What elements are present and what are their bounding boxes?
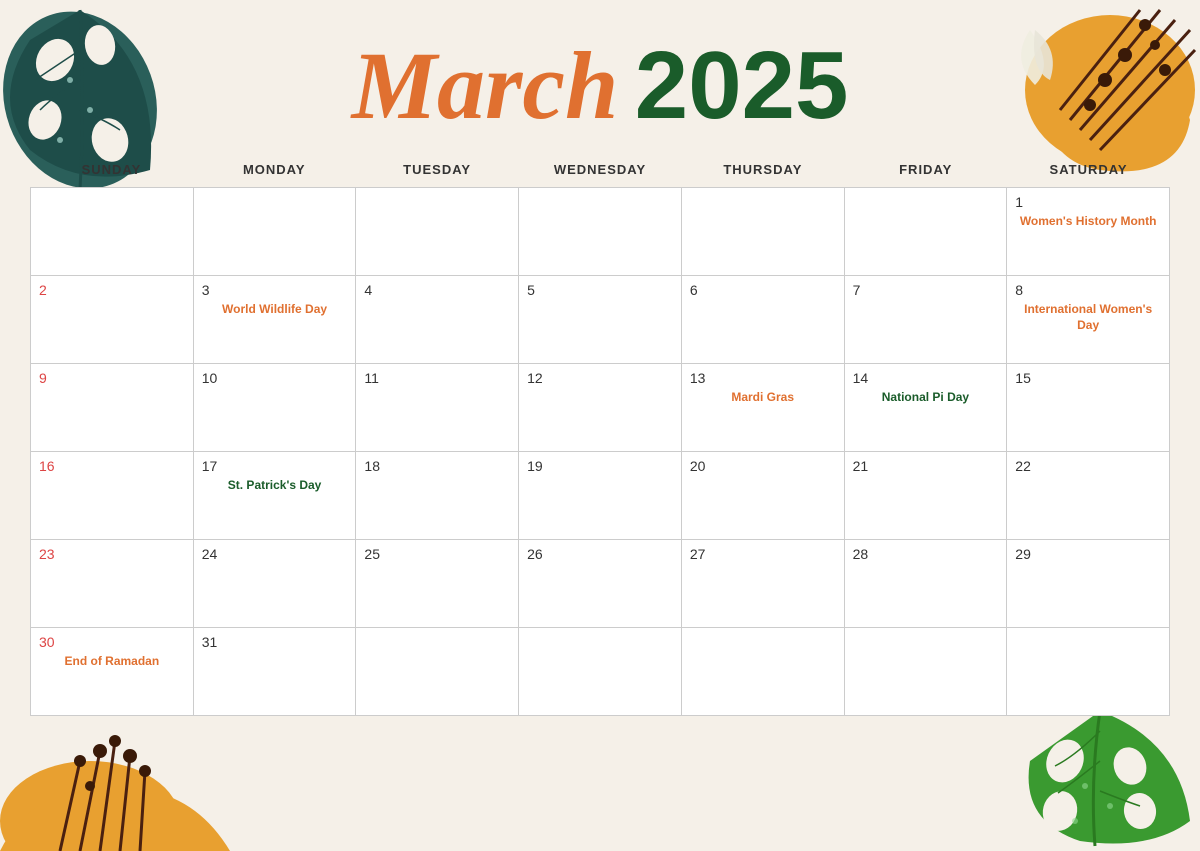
calendar-cell: 19 <box>519 452 682 540</box>
cell-date-number: 10 <box>202 370 348 386</box>
calendar-cell: 17 St. Patrick's Day <box>194 452 357 540</box>
cell-date-number: 27 <box>690 546 836 562</box>
day-headers: SUNDAY MONDAY TUESDAY WEDNESDAY THURSDAY… <box>30 156 1170 183</box>
day-wednesday: WEDNESDAY <box>519 156 682 183</box>
cell-date-number: 2 <box>39 282 185 298</box>
calendar-cell <box>356 628 519 716</box>
calendar-cell <box>356 188 519 276</box>
cell-date-number: 22 <box>1015 458 1161 474</box>
calendar-cell: 22 <box>1007 452 1170 540</box>
cell-date-number: 26 <box>527 546 673 562</box>
calendar-cell <box>31 188 194 276</box>
year-title: 2025 <box>635 32 849 139</box>
calendar-cell <box>682 628 845 716</box>
cell-date-number: 20 <box>690 458 836 474</box>
cell-event: End of Ramadan <box>39 654 185 670</box>
calendar-cell: 18 <box>356 452 519 540</box>
cell-date-number: 21 <box>853 458 999 474</box>
calendar-cell: 31 <box>194 628 357 716</box>
cell-event: World Wildlife Day <box>202 302 348 318</box>
calendar-cell: 23 <box>31 540 194 628</box>
cell-date-number: 16 <box>39 458 185 474</box>
cell-date-number: 31 <box>202 634 348 650</box>
bottom-right-decoration <box>1000 711 1200 851</box>
calendar-grid: 1Women's History Month23World Wildlife D… <box>30 187 1170 716</box>
cell-date-number: 24 <box>202 546 348 562</box>
cell-date-number: 18 <box>364 458 510 474</box>
calendar-cell <box>845 188 1008 276</box>
calendar-cell: 5 <box>519 276 682 364</box>
bottom-left-decoration <box>0 721 230 851</box>
calendar-cell: 3 World Wildlife Day <box>194 276 357 364</box>
calendar-cell: 27 <box>682 540 845 628</box>
cell-date-number: 19 <box>527 458 673 474</box>
calendar-cell <box>519 628 682 716</box>
cell-date-number: 30 <box>39 634 185 650</box>
cell-date-number: 7 <box>853 282 999 298</box>
calendar-cell <box>194 188 357 276</box>
calendar-header: March 2025 <box>0 0 1200 156</box>
calendar-cell: 12 <box>519 364 682 452</box>
calendar-cell: 8 International Women's Day <box>1007 276 1170 364</box>
day-tuesday: TUESDAY <box>356 156 519 183</box>
calendar-cell: 29 <box>1007 540 1170 628</box>
calendar-cell: 6 <box>682 276 845 364</box>
cell-event: National Pi Day <box>853 390 999 406</box>
cell-event: Women's History Month <box>1015 214 1161 230</box>
cell-date-number: 14 <box>853 370 999 386</box>
calendar-cell: 25 <box>356 540 519 628</box>
calendar-container: SUNDAY MONDAY TUESDAY WEDNESDAY THURSDAY… <box>30 156 1170 716</box>
cell-event: St. Patrick's Day <box>202 478 348 494</box>
calendar-cell: 11 <box>356 364 519 452</box>
month-title: March <box>352 32 619 139</box>
calendar-cell: 21 <box>845 452 1008 540</box>
cell-date-number: 5 <box>527 282 673 298</box>
day-monday: MONDAY <box>193 156 356 183</box>
day-friday: FRIDAY <box>844 156 1007 183</box>
cell-date-number: 25 <box>364 546 510 562</box>
cell-date-number: 8 <box>1015 282 1161 298</box>
cell-date-number: 29 <box>1015 546 1161 562</box>
cell-date-number: 6 <box>690 282 836 298</box>
day-saturday: SATURDAY <box>1007 156 1170 183</box>
cell-date-number: 3 <box>202 282 348 298</box>
calendar-cell: 16 <box>31 452 194 540</box>
cell-event: Mardi Gras <box>690 390 836 406</box>
cell-date-number: 28 <box>853 546 999 562</box>
cell-date-number: 15 <box>1015 370 1161 386</box>
cell-date-number: 1 <box>1015 194 1161 210</box>
calendar-cell: 1 Women's History Month <box>1007 188 1170 276</box>
calendar-cell: 15 <box>1007 364 1170 452</box>
calendar-cell: 26 <box>519 540 682 628</box>
calendar-cell: 14 National Pi Day <box>845 364 1008 452</box>
calendar-cell <box>519 188 682 276</box>
cell-date-number: 13 <box>690 370 836 386</box>
calendar-cell <box>682 188 845 276</box>
calendar-cell: 13 Mardi Gras <box>682 364 845 452</box>
cell-date-number: 23 <box>39 546 185 562</box>
calendar-cell: 10 <box>194 364 357 452</box>
day-thursday: THURSDAY <box>681 156 844 183</box>
cell-date-number: 9 <box>39 370 185 386</box>
calendar-cell: 30 End of Ramadan <box>31 628 194 716</box>
cell-date-number: 12 <box>527 370 673 386</box>
calendar-cell: 28 <box>845 540 1008 628</box>
cell-date-number: 4 <box>364 282 510 298</box>
calendar-cell: 4 <box>356 276 519 364</box>
calendar-cell: 9 <box>31 364 194 452</box>
calendar-cell: 24 <box>194 540 357 628</box>
cell-date-number: 11 <box>364 370 510 386</box>
calendar-cell <box>1007 628 1170 716</box>
day-sunday: SUNDAY <box>30 156 193 183</box>
calendar-cell: 20 <box>682 452 845 540</box>
cell-event: International Women's Day <box>1015 302 1161 333</box>
calendar-cell: 7 <box>845 276 1008 364</box>
cell-date-number: 17 <box>202 458 348 474</box>
calendar-cell <box>845 628 1008 716</box>
calendar-cell: 2 <box>31 276 194 364</box>
